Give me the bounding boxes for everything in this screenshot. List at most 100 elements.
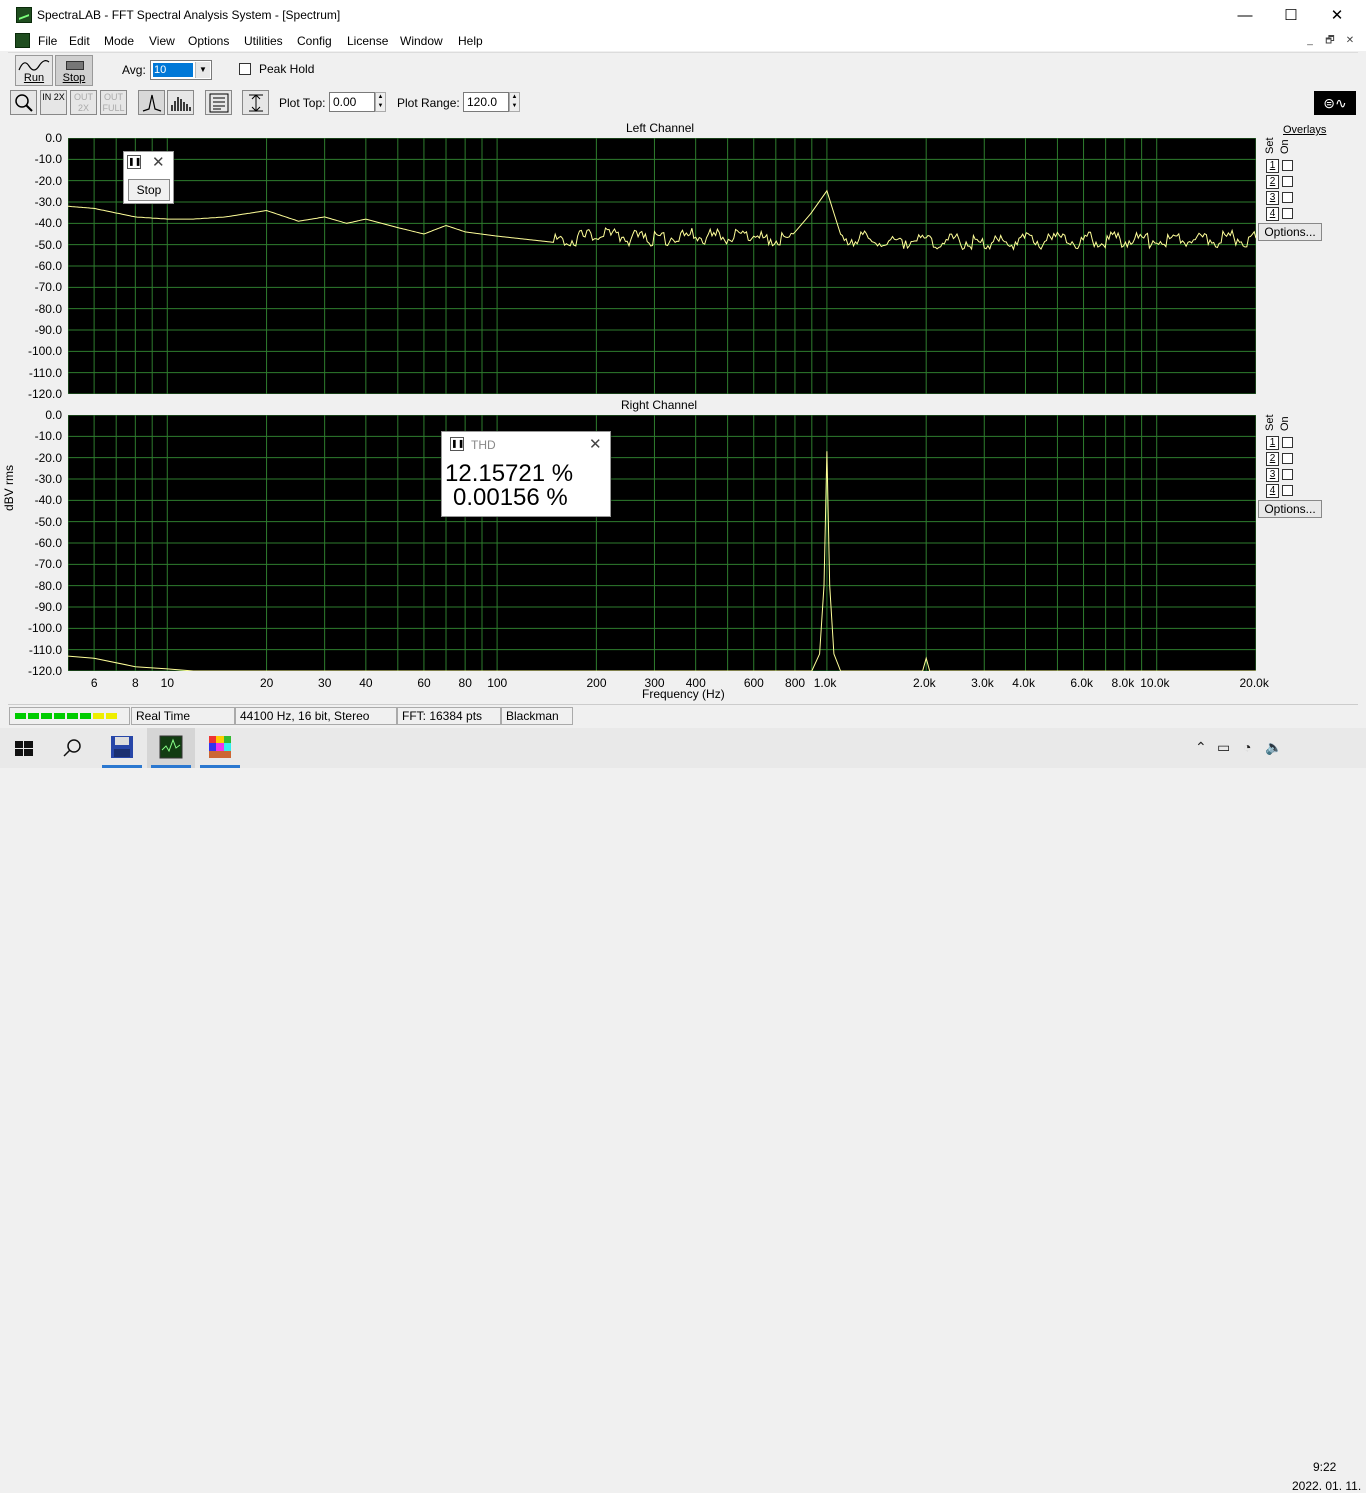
close-button[interactable]: ✕ <box>1314 0 1360 31</box>
maximize-button[interactable]: ☐ <box>1268 0 1314 31</box>
overlay-on-checkbox[interactable] <box>1282 160 1293 171</box>
y-tick-label: 0.0 <box>45 131 62 145</box>
overlay-set-button[interactable]: 4 <box>1266 484 1279 498</box>
y-tick-label: -30.0 <box>34 472 62 486</box>
y-tick-label: -120.0 <box>27 664 62 678</box>
clock-date[interactable]: 2022. 01. 11. <box>1292 1479 1361 1493</box>
y-tick-label: -110.0 <box>28 642 62 657</box>
pause-icon[interactable]: ❚❚ <box>450 437 464 451</box>
avg-select[interactable]: 10 ▼ <box>150 60 212 80</box>
overlay-on-checkbox[interactable] <box>1282 176 1293 187</box>
mdi-minimize-button[interactable]: _ <box>1303 35 1317 47</box>
pause-icon[interactable]: ❚❚ <box>127 155 141 169</box>
x-axis-label: Frequency (Hz) <box>642 687 725 701</box>
overlay-on-checkbox[interactable] <box>1282 453 1293 464</box>
level-led <box>15 713 26 719</box>
x-tick-label: 10.0k <box>1140 676 1170 690</box>
y-axis-label: dBV rms <box>2 464 16 511</box>
color-app-icon[interactable] <box>196 728 244 768</box>
close-icon[interactable]: ✕ <box>589 435 602 453</box>
overlay-set-button[interactable]: 2 <box>1266 452 1279 466</box>
menu-mode[interactable]: Mode <box>104 34 134 48</box>
signal-generator-icon[interactable]: ⊜∿ <box>1314 91 1356 115</box>
level-led <box>93 713 104 719</box>
menu-utilities[interactable]: Utilities <box>244 34 283 48</box>
menu-file[interactable]: File <box>38 34 57 48</box>
peak-hold-label: Peak Hold <box>259 62 315 76</box>
overlay-set-button[interactable]: 1 <box>1266 159 1279 173</box>
close-icon[interactable]: ✕ <box>152 153 165 171</box>
zoom-button[interactable] <box>10 90 37 115</box>
window-title: SpectraLAB - FFT Spectral Analysis Syste… <box>37 8 341 22</box>
search-icon[interactable] <box>48 728 96 768</box>
autoscale-button[interactable] <box>242 90 269 115</box>
plot-range-spinner[interactable]: ▲ ▼ <box>509 92 520 112</box>
overlay-row-3: 3 <box>1266 191 1294 205</box>
spectralab-app-icon[interactable] <box>147 728 195 768</box>
battery-icon[interactable]: ▭ <box>1217 739 1230 756</box>
overlay-set-button[interactable]: 2 <box>1266 175 1279 189</box>
overlay-set-button[interactable]: 3 <box>1266 468 1279 482</box>
menu-config[interactable]: Config <box>297 34 332 48</box>
zoom-out-full-button[interactable]: OUT FULL <box>100 90 127 115</box>
zoom-in-2x-button[interactable]: IN 2X <box>40 90 67 115</box>
plot-top-input[interactable]: 0.00 <box>329 92 375 112</box>
menu-help[interactable]: Help <box>458 34 483 48</box>
app-icon[interactable] <box>16 7 32 23</box>
level-meter <box>9 707 130 725</box>
overlay-on-checkbox[interactable] <box>1282 192 1293 203</box>
set-label: Set <box>1264 137 1276 154</box>
menu-options[interactable]: Options <box>188 34 229 48</box>
line-plot-button[interactable] <box>138 90 165 115</box>
clock-time[interactable]: 9:22 <box>1313 1460 1336 1474</box>
overlay-set-button[interactable]: 4 <box>1266 207 1279 221</box>
speaker-icon[interactable]: 🔈 <box>1265 739 1282 756</box>
y-tick-label: -100.0 <box>27 621 62 636</box>
plot-toolbar: IN 2X OUT 2X OUT FULL Plot Top: 0.00 ▲ ▼ … <box>8 88 1358 118</box>
overlay-set-button[interactable]: 1 <box>1266 436 1279 450</box>
menu-view[interactable]: View <box>149 34 175 48</box>
overlay-on-checkbox[interactable] <box>1282 469 1293 480</box>
mdi-close-button[interactable]: ✕ <box>1343 35 1357 47</box>
title-bar: SpectraLAB - FFT Spectral Analysis Syste… <box>0 0 1366 31</box>
level-led <box>67 713 78 719</box>
document-icon[interactable] <box>15 33 30 48</box>
menu-license[interactable]: License <box>347 34 388 48</box>
overlay-set-button[interactable]: 3 <box>1266 191 1279 205</box>
stop-button[interactable]: Stop <box>55 55 93 86</box>
x-tick-label: 800 <box>785 676 806 690</box>
right-options-button[interactable]: Options... <box>1258 500 1322 518</box>
settings-panel-button[interactable] <box>205 90 232 115</box>
menu-edit[interactable]: Edit <box>69 34 90 48</box>
status-fft: FFT: 16384 pts <box>397 707 501 725</box>
right-channel-plot[interactable] <box>68 415 1256 671</box>
zoom-out-2x-button[interactable]: OUT 2X <box>70 90 97 115</box>
network-icon[interactable]: ◔ <box>1243 739 1251 755</box>
overlay-on-checkbox[interactable] <box>1282 485 1293 496</box>
overlays-label[interactable]: Overlays <box>1283 124 1326 136</box>
left-options-button[interactable]: Options... <box>1258 223 1322 241</box>
left-channel-plot[interactable] <box>68 138 1256 394</box>
run-button[interactable]: Run <box>15 55 53 86</box>
peak-hold-checkbox[interactable] <box>239 63 251 75</box>
plot-top-spinner[interactable]: ▲ ▼ <box>375 92 386 112</box>
mdi-restore-button[interactable]: 🗗 <box>1323 35 1337 47</box>
stop-dialog-button[interactable]: Stop <box>128 179 170 201</box>
minimize-button[interactable]: — <box>1222 0 1268 31</box>
chevron-down-icon[interactable]: ▼ <box>195 62 210 78</box>
menu-window[interactable]: Window <box>400 34 443 48</box>
x-tick-label: 3.0k <box>971 676 994 690</box>
overlay-on-checkbox[interactable] <box>1282 208 1293 219</box>
status-format: 44100 Hz, 16 bit, Stereo <box>235 707 397 725</box>
x-tick-label: 30 <box>318 676 332 690</box>
overlay-on-checkbox[interactable] <box>1282 437 1293 448</box>
y-tick-label: -10.0 <box>34 152 62 167</box>
level-led <box>106 713 117 719</box>
save-disk-app-icon[interactable] <box>98 728 146 768</box>
bar-plot-button[interactable] <box>167 90 194 115</box>
level-led <box>41 713 52 719</box>
status-window: Blackman <box>501 707 573 725</box>
windows-start-icon[interactable] <box>0 728 48 768</box>
chevron-up-icon[interactable]: ⌃ <box>1195 739 1207 756</box>
plot-range-input[interactable]: 120.0 <box>463 92 509 112</box>
